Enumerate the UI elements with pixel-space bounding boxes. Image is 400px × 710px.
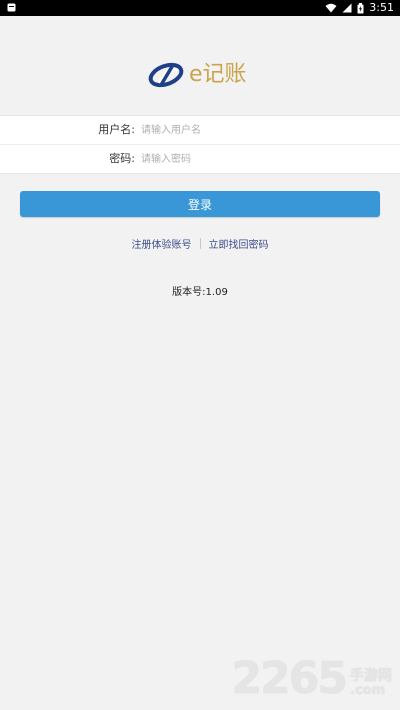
notification-icon — [7, 3, 16, 12]
wifi-icon — [325, 3, 337, 13]
login-form: 用户名: 密码: — [0, 115, 400, 174]
password-label: 密码: — [109, 152, 135, 165]
logo-icon — [148, 62, 184, 88]
status-time: 3:51 — [369, 1, 394, 14]
app-logo: e记账 — [147, 58, 257, 92]
battery-icon — [357, 2, 364, 13]
watermark-suffix: .com — [350, 683, 386, 698]
watermark-cn: 手游网 — [350, 668, 392, 684]
logo-text: e记账 — [189, 62, 247, 87]
watermark-sub: 手游网 .com — [350, 668, 392, 702]
recover-password-link[interactable]: 立即找回密码 — [209, 236, 269, 251]
username-input[interactable] — [141, 120, 381, 140]
logo-area: e记账 — [0, 16, 400, 114]
password-row: 密码: — [0, 145, 400, 173]
username-row: 用户名: — [0, 116, 400, 145]
link-divider — [199, 237, 201, 249]
account-links: 注册体验账号 立即找回密码 — [0, 236, 400, 251]
watermark-number: 2265 — [231, 653, 348, 704]
watermark: 2265 手游网 .com — [232, 652, 392, 702]
version-label: 版本号:1.09 — [172, 287, 228, 298]
password-input[interactable] — [141, 149, 381, 169]
signal-icon — [342, 3, 352, 13]
register-link[interactable]: 注册体验账号 — [132, 236, 192, 251]
status-icons: 3:51 — [325, 0, 394, 16]
status-bar: 3:51 — [0, 0, 400, 16]
login-button[interactable]: 登录 — [20, 191, 380, 217]
username-label: 用户名: — [98, 123, 135, 136]
